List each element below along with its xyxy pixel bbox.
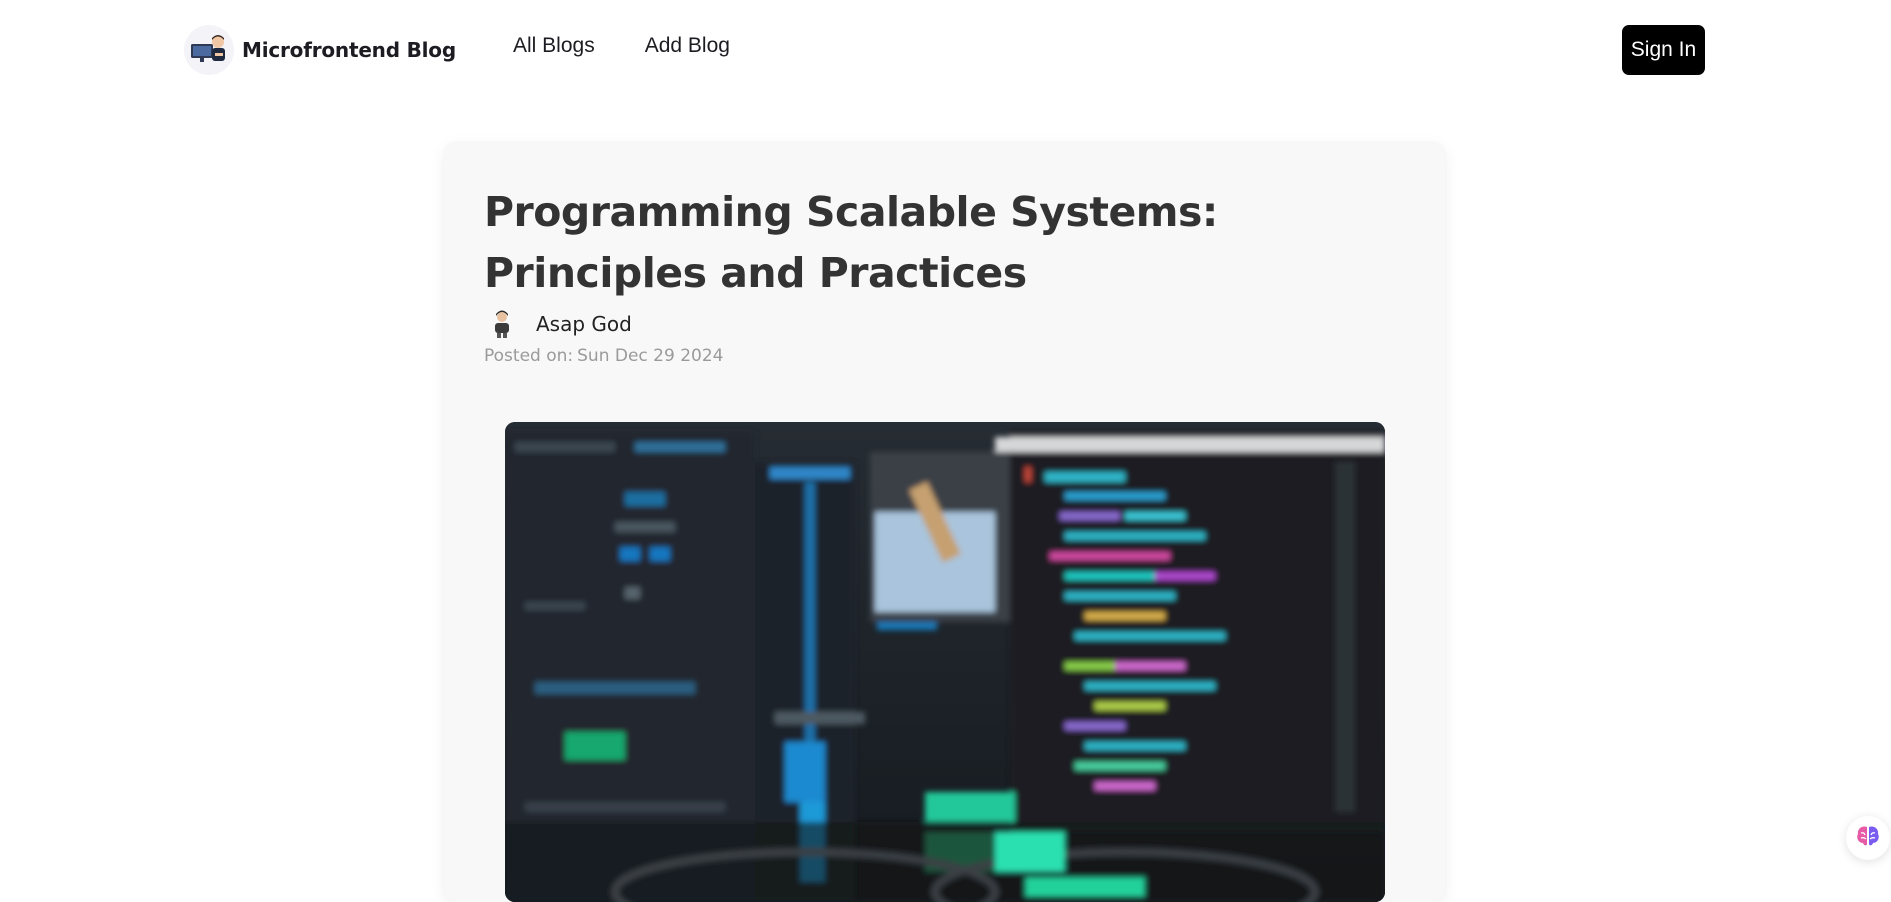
author-row: Asap God — [486, 308, 632, 340]
article-title: Programming Scalable Systems: Principles… — [484, 188, 1218, 297]
brain-icon — [1855, 824, 1881, 852]
article-card: Programming Scalable Systems: Principles… — [444, 142, 1445, 902]
posted-date: Posted on: Sun Dec 29 2024 — [484, 346, 723, 366]
posted-label: Posted on: — [484, 346, 574, 366]
brand-link[interactable]: Microfrontend Blog — [184, 25, 456, 75]
posted-date-value: Sun Dec 29 2024 — [577, 346, 724, 366]
author-avatar-icon — [486, 308, 518, 340]
nav-all-blogs[interactable]: All Blogs — [513, 34, 595, 58]
floating-assistant-button[interactable] — [1846, 816, 1890, 860]
developer-avatar-icon — [184, 25, 234, 75]
brand-name: Microfrontend Blog — [242, 38, 456, 62]
main-nav: All Blogs Add Blog — [513, 34, 730, 58]
article-hero-image — [505, 422, 1385, 902]
site-header: Microfrontend Blog All Blogs Add Blog Si… — [0, 0, 1891, 100]
author-name: Asap God — [536, 312, 632, 336]
sign-in-button[interactable]: Sign In — [1622, 25, 1705, 75]
nav-add-blog[interactable]: Add Blog — [645, 34, 730, 58]
